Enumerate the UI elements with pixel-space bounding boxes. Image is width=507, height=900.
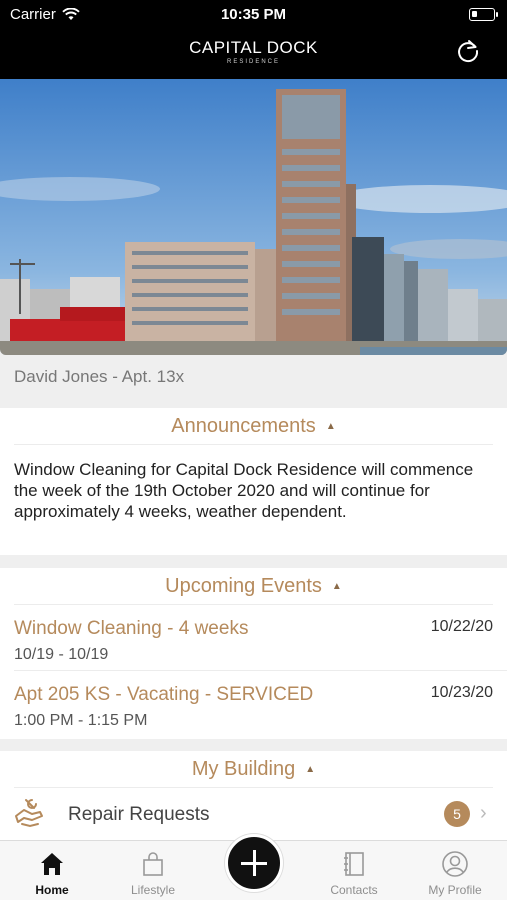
events-header[interactable]: Upcoming Events ▲: [14, 568, 493, 605]
event-range: 10/19 - 10/19: [14, 646, 109, 663]
collapse-caret-icon: ▲: [305, 763, 316, 775]
repair-requests-label: Repair Requests: [68, 804, 210, 825]
count-badge: 5: [444, 801, 470, 827]
brand-logo: CAPITAL DOCK RESIDENCE: [0, 38, 507, 65]
announcement-body: Window Cleaning for Capital Dock Residen…: [14, 460, 474, 521]
events-card: Upcoming Events ▲ Window Cleaning - 4 we…: [0, 568, 507, 739]
events-title: Upcoming Events: [165, 574, 322, 597]
clock: 10:35 PM: [220, 6, 287, 23]
brand-subtitle: RESIDENCE: [226, 59, 280, 65]
tab-label: Contacts: [330, 883, 378, 897]
announcements-header[interactable]: Announcements ▲: [14, 408, 493, 445]
tab-label: My Profile: [428, 883, 482, 897]
announcements-title: Announcements: [171, 414, 316, 437]
shopping-bag-icon: [143, 852, 163, 876]
brand-name: CAPITAL DOCK: [189, 38, 318, 57]
event-title: Apt 205 KS - Vacating - SERVICED: [14, 684, 314, 705]
refresh-icon[interactable]: [455, 38, 481, 64]
repair-requests-row[interactable]: Repair Requests 5 ›: [0, 788, 507, 840]
building-hero-image: [0, 79, 507, 355]
tab-contacts[interactable]: Contacts: [304, 841, 404, 900]
building-header[interactable]: My Building ▲: [14, 751, 493, 788]
building-title: My Building: [191, 757, 296, 780]
tab-my-profile[interactable]: My Profile: [405, 841, 505, 900]
chevron-right-icon: ›: [480, 802, 487, 824]
battery-icon: [469, 8, 498, 21]
event-range: 1:00 PM - 1:15 PM: [14, 712, 148, 729]
address-book-icon: [344, 852, 364, 876]
event-date: 10/23/20: [430, 684, 493, 701]
user-circle-icon: [442, 851, 468, 877]
add-button[interactable]: [225, 834, 283, 892]
event-item[interactable]: Window Cleaning - 4 weeks 10/19 - 10/19 …: [14, 605, 507, 671]
building-card: My Building ▲ Repair Requests 5 ›: [0, 751, 507, 841]
event-date: 10/22/20: [430, 618, 493, 635]
tab-lifestyle[interactable]: Lifestyle: [103, 841, 203, 900]
event-title: Window Cleaning - 4 weeks: [14, 618, 249, 639]
status-bar: Carrier 10:35 PM: [0, 5, 507, 25]
announcements-card: Announcements ▲ Window Cleaning for Capi…: [0, 408, 507, 555]
collapse-caret-icon: ▲: [325, 420, 336, 432]
tab-label: Lifestyle: [130, 883, 176, 897]
collapse-caret-icon: ▲: [331, 580, 342, 592]
tab-home[interactable]: Home: [2, 841, 102, 900]
event-item[interactable]: Apt 205 KS - Vacating - SERVICED 1:00 PM…: [14, 671, 507, 737]
home-icon: [41, 853, 63, 875]
repair-hand-wrench-icon: [15, 799, 43, 828]
top-bar: Carrier 10:35 PM CAPITAL DOCK RESIDENCE: [0, 0, 507, 79]
resident-label: David Jones - Apt. 13x: [14, 367, 185, 386]
tab-label: Home: [35, 883, 69, 897]
